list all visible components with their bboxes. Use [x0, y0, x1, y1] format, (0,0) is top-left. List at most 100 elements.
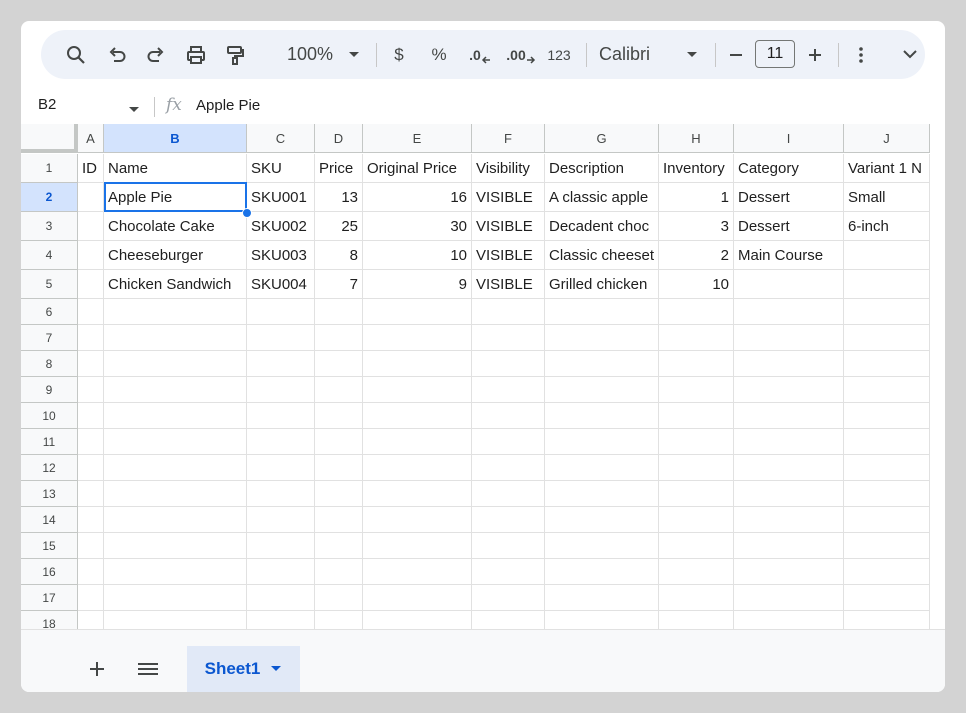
- cell-a7[interactable]: [78, 325, 104, 351]
- cell-j4[interactable]: [844, 241, 930, 270]
- cell-h17[interactable]: [659, 585, 734, 611]
- horizontal-scrollbar[interactable]: [21, 629, 945, 646]
- row-header-12[interactable]: 12: [21, 455, 78, 481]
- cell-f3[interactable]: VISIBLE: [472, 212, 545, 241]
- cell-d2[interactable]: 13: [315, 183, 363, 212]
- cell-b10[interactable]: [104, 403, 247, 429]
- cell-h6[interactable]: [659, 299, 734, 325]
- row-header-16[interactable]: 16: [21, 559, 78, 585]
- cell-e12[interactable]: [363, 455, 472, 481]
- fill-handle[interactable]: [242, 208, 252, 218]
- chevron-down-icon[interactable]: [899, 30, 921, 79]
- cell-h14[interactable]: [659, 507, 734, 533]
- column-header-c[interactable]: C: [247, 124, 315, 153]
- zoom-dropdown-icon[interactable]: [345, 30, 363, 79]
- cell-e1[interactable]: Original Price: [363, 154, 472, 183]
- cell-c18[interactable]: [247, 611, 315, 629]
- cell-g10[interactable]: [545, 403, 659, 429]
- cell-f7[interactable]: [472, 325, 545, 351]
- cell-g3[interactable]: Decadent choc: [545, 212, 659, 241]
- row-header-1[interactable]: 1: [21, 154, 78, 183]
- cell-j8[interactable]: [844, 351, 930, 377]
- cell-f13[interactable]: [472, 481, 545, 507]
- cell-b13[interactable]: [104, 481, 247, 507]
- column-header-j[interactable]: J: [844, 124, 930, 153]
- column-header-b[interactable]: B: [104, 124, 247, 153]
- cell-a3[interactable]: [78, 212, 104, 241]
- cell-h10[interactable]: [659, 403, 734, 429]
- sheet-menu-dropdown-icon[interactable]: [270, 665, 282, 673]
- cell-c17[interactable]: [247, 585, 315, 611]
- cell-j1[interactable]: Variant 1 N: [844, 154, 930, 183]
- cell-d13[interactable]: [315, 481, 363, 507]
- cell-b18[interactable]: [104, 611, 247, 629]
- cell-i16[interactable]: [734, 559, 844, 585]
- name-box-dropdown-icon[interactable]: [128, 101, 140, 119]
- cell-g12[interactable]: [545, 455, 659, 481]
- cell-i12[interactable]: [734, 455, 844, 481]
- cell-i17[interactable]: [734, 585, 844, 611]
- cell-j3[interactable]: 6-inch: [844, 212, 930, 241]
- cell-a10[interactable]: [78, 403, 104, 429]
- cell-f12[interactable]: [472, 455, 545, 481]
- row-header-2[interactable]: 2: [21, 183, 78, 212]
- cell-h9[interactable]: [659, 377, 734, 403]
- cell-c13[interactable]: [247, 481, 315, 507]
- cell-h8[interactable]: [659, 351, 734, 377]
- cell-e9[interactable]: [363, 377, 472, 403]
- cell-j17[interactable]: [844, 585, 930, 611]
- cell-c9[interactable]: [247, 377, 315, 403]
- cell-i15[interactable]: [734, 533, 844, 559]
- cell-d8[interactable]: [315, 351, 363, 377]
- cell-a8[interactable]: [78, 351, 104, 377]
- cell-a14[interactable]: [78, 507, 104, 533]
- cell-b5[interactable]: Chicken Sandwich: [104, 270, 247, 299]
- row-header-14[interactable]: 14: [21, 507, 78, 533]
- more-options-icon[interactable]: [850, 30, 872, 79]
- cell-d7[interactable]: [315, 325, 363, 351]
- cell-d4[interactable]: 8: [315, 241, 363, 270]
- cell-e5[interactable]: 9: [363, 270, 472, 299]
- cell-c4[interactable]: SKU003: [247, 241, 315, 270]
- cell-h3[interactable]: 3: [659, 212, 734, 241]
- cell-d10[interactable]: [315, 403, 363, 429]
- cell-f14[interactable]: [472, 507, 545, 533]
- select-all-corner[interactable]: [21, 124, 78, 153]
- cell-e6[interactable]: [363, 299, 472, 325]
- cell-a1[interactable]: ID: [78, 154, 104, 183]
- cell-d11[interactable]: [315, 429, 363, 455]
- cell-f17[interactable]: [472, 585, 545, 611]
- cell-j7[interactable]: [844, 325, 930, 351]
- redo-icon[interactable]: [143, 30, 169, 79]
- cell-a12[interactable]: [78, 455, 104, 481]
- currency-format-button[interactable]: $: [386, 30, 412, 79]
- cell-j14[interactable]: [844, 507, 930, 533]
- cell-e4[interactable]: 10: [363, 241, 472, 270]
- cell-a13[interactable]: [78, 481, 104, 507]
- cell-i10[interactable]: [734, 403, 844, 429]
- cell-c2[interactable]: SKU001: [247, 183, 315, 212]
- cell-b14[interactable]: [104, 507, 247, 533]
- cell-b7[interactable]: [104, 325, 247, 351]
- cell-h2[interactable]: 1: [659, 183, 734, 212]
- cell-d5[interactable]: 7: [315, 270, 363, 299]
- decrease-decimal-button[interactable]: .0: [465, 30, 495, 79]
- cell-g18[interactable]: [545, 611, 659, 629]
- cell-g8[interactable]: [545, 351, 659, 377]
- cell-c11[interactable]: [247, 429, 315, 455]
- cell-i6[interactable]: [734, 299, 844, 325]
- cell-b12[interactable]: [104, 455, 247, 481]
- cell-i18[interactable]: [734, 611, 844, 629]
- cell-i1[interactable]: Category: [734, 154, 844, 183]
- cell-g5[interactable]: Grilled chicken: [545, 270, 659, 299]
- cell-i8[interactable]: [734, 351, 844, 377]
- cell-h15[interactable]: [659, 533, 734, 559]
- cell-d18[interactable]: [315, 611, 363, 629]
- cell-i2[interactable]: Dessert: [734, 183, 844, 212]
- cell-h1[interactable]: Inventory: [659, 154, 734, 183]
- cell-g4[interactable]: Classic cheeset: [545, 241, 659, 270]
- cell-c5[interactable]: SKU004: [247, 270, 315, 299]
- cell-a15[interactable]: [78, 533, 104, 559]
- increase-font-size-button[interactable]: [804, 30, 826, 79]
- cell-d6[interactable]: [315, 299, 363, 325]
